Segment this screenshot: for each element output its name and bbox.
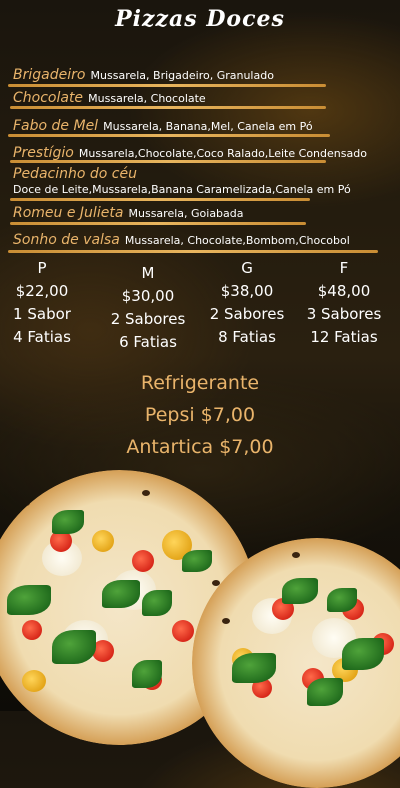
flavor-name: Fabo de Mel (13, 118, 99, 134)
size-price: $22,00 (15, 282, 69, 300)
size-f: F $48,00 3 Sabores 12 Fatias (299, 257, 389, 349)
drink-item: Pepsi $7,00 (144, 404, 256, 426)
highlight-stroke (10, 198, 310, 201)
flavor-desc: Doce de Leite,Mussarela,Banana Carameliz… (13, 183, 351, 196)
drink-item: Antartica $7,00 (126, 436, 274, 458)
flavor-name: Chocolate (13, 90, 84, 106)
highlight-stroke (8, 134, 330, 137)
menu-title: Pizzas Doces (115, 6, 285, 32)
size-label: M (141, 264, 155, 282)
flavor-desc: Mussarela, Chocolate,Bombom,Chocobol (124, 234, 350, 247)
size-m: M $30,00 2 Sabores 6 Fatias (103, 262, 193, 354)
flavor-name: Brigadeiro (13, 67, 86, 83)
flavor-sonho-de-valsa: Sonho de valsa Mussarela, Chocolate,Bomb… (13, 229, 350, 248)
size-label: F (339, 259, 349, 277)
flavor-pedacinho-do-ceu: Pedacinho do céu Doce de Leite,Mussarela… (13, 163, 351, 196)
highlight-stroke (10, 106, 326, 109)
flavor-desc: Mussarela,Chocolate,Coco Ralado,Leite Co… (78, 147, 367, 160)
flavor-chocolate: Chocolate Mussarela, Chocolate (13, 87, 206, 106)
flavor-name: Sonho de valsa (13, 232, 120, 248)
size-flavors: 3 Sabores (306, 305, 382, 323)
flavor-name: Romeu e Julieta (13, 205, 124, 221)
size-slices: 6 Fatias (119, 333, 177, 351)
size-price: $30,00 (121, 287, 175, 305)
flavor-name: Prestígio (13, 145, 74, 161)
size-slices: 8 Fatias (218, 328, 276, 346)
flavor-desc: Mussarela, Chocolate (88, 92, 206, 105)
size-label: P (37, 259, 47, 277)
highlight-stroke (8, 250, 378, 253)
flavor-brigadeiro: Brigadeiro Mussarela, Brigadeiro, Granul… (13, 64, 274, 83)
size-g: G $38,00 2 Sabores 8 Fatias (202, 257, 292, 349)
size-flavors: 2 Sabores (209, 305, 285, 323)
flavor-romeu-e-julieta: Romeu e Julieta Mussarela, Goiabada (13, 202, 244, 221)
size-label: G (241, 259, 253, 277)
size-flavors: 1 Sabor (13, 305, 71, 323)
size-p: P $22,00 1 Sabor 4 Fatias (0, 257, 87, 349)
size-flavors: 2 Sabores (110, 310, 186, 328)
flavor-desc: Mussarela, Banana,Mel, Canela em Pó (103, 120, 313, 133)
flavor-name: Pedacinho do céu (13, 166, 137, 182)
flavor-prestigio: Prestígio Mussarela,Chocolate,Coco Ralad… (13, 142, 367, 161)
flavor-desc: Mussarela, Goiabada (128, 207, 244, 220)
size-price: $38,00 (220, 282, 274, 300)
size-slices: 4 Fatias (13, 328, 71, 346)
highlight-stroke (10, 222, 306, 225)
drinks-heading: Refrigerante (140, 372, 260, 394)
size-slices: 12 Fatias (310, 328, 378, 346)
flavor-desc: Mussarela, Brigadeiro, Granulado (90, 69, 274, 82)
size-price: $48,00 (317, 282, 371, 300)
flavor-fabo-de-mel: Fabo de Mel Mussarela, Banana,Mel, Canel… (13, 115, 313, 134)
